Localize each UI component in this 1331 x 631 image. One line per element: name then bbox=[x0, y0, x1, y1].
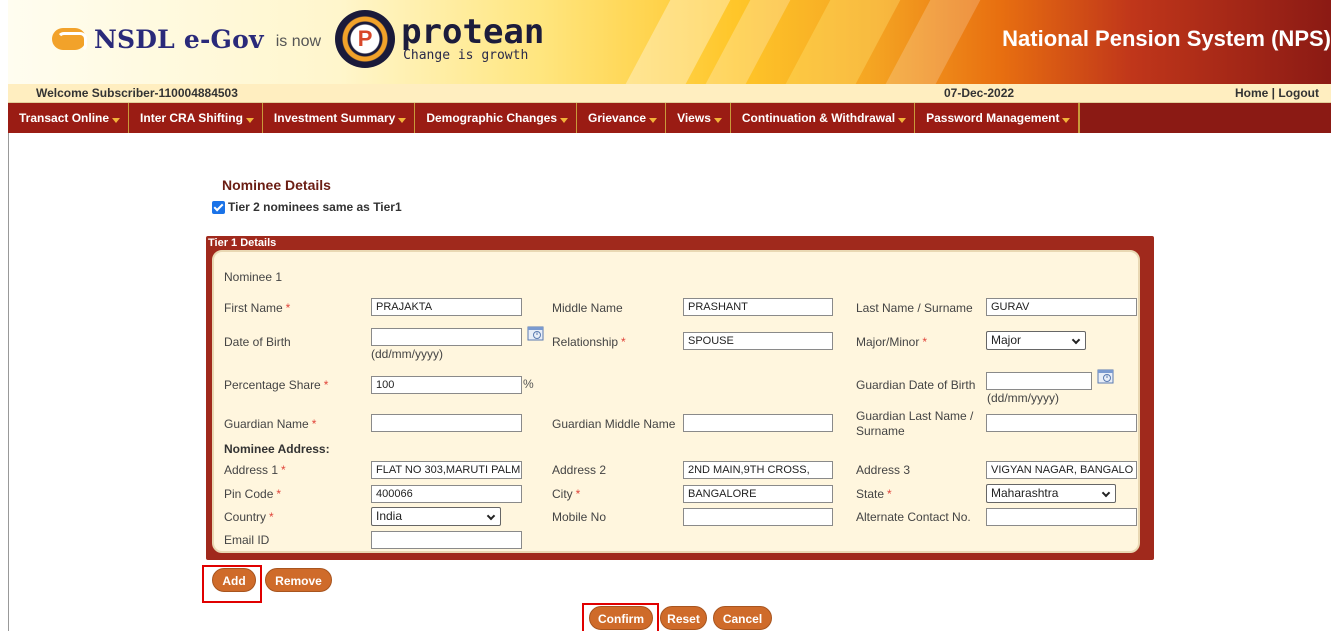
country-select[interactable]: India bbox=[371, 507, 501, 526]
last-name-input[interactable]: GURAV bbox=[986, 298, 1137, 316]
pin-code-label: Pin Code * bbox=[224, 487, 282, 501]
chevron-down-icon bbox=[1071, 335, 1081, 345]
page-title: Nominee Details bbox=[222, 177, 331, 193]
menu-inter-cra-shifting[interactable]: Inter CRA Shifting bbox=[129, 103, 263, 133]
menu-investment-summary[interactable]: Investment Summary bbox=[263, 103, 416, 133]
dropdown-caret-icon bbox=[112, 117, 121, 123]
tier2-same-label: Tier 2 nominees same as Tier1 bbox=[228, 200, 402, 214]
guardian-name-input[interactable] bbox=[371, 414, 522, 432]
dob-format-hint: (dd/mm/yyyy) bbox=[371, 347, 443, 361]
protean-name: protean bbox=[401, 11, 545, 52]
email-label: Email ID bbox=[224, 533, 270, 547]
dropdown-caret-icon bbox=[649, 117, 658, 123]
city-input[interactable]: BANGALORE bbox=[683, 485, 833, 503]
guardian-dob-input[interactable] bbox=[986, 372, 1092, 390]
logo-area: NSDL e-Gov is now P protean Change is gr… bbox=[52, 10, 544, 68]
relationship-label: Relationship * bbox=[552, 335, 626, 349]
pin-code-input[interactable]: 400066 bbox=[371, 485, 522, 503]
system-title: National Pension System (NPS) bbox=[1002, 26, 1331, 51]
current-date: 07-Dec-2022 bbox=[944, 86, 1015, 100]
cancel-button[interactable]: Cancel bbox=[713, 606, 772, 630]
guardian-middle-name-label: Guardian Middle Name bbox=[552, 417, 676, 431]
menu-password-management[interactable]: Password Management bbox=[915, 103, 1080, 133]
protean-logo-icon: P bbox=[335, 10, 396, 68]
major-minor-label: Major/Minor * bbox=[856, 335, 928, 349]
header-banner: NSDL e-Gov is now P protean Change is gr… bbox=[8, 0, 1331, 84]
percentage-share-label: Percentage Share * bbox=[224, 378, 329, 392]
dropdown-caret-icon bbox=[713, 117, 722, 123]
menu-transact-online[interactable]: Transact Online bbox=[8, 103, 130, 133]
dob-input[interactable] bbox=[371, 328, 522, 346]
email-input[interactable] bbox=[371, 531, 522, 549]
tier2-same-checkbox[interactable]: Tier 2 nominees same as Tier1 bbox=[212, 200, 402, 214]
welcome-user: Welcome Subscriber-110004884503 bbox=[36, 86, 238, 100]
address2-label: Address 2 bbox=[552, 463, 607, 477]
menu-continuation-withdrawal[interactable]: Continuation & Withdrawal bbox=[731, 103, 916, 133]
calendar-icon[interactable] bbox=[527, 324, 545, 341]
guardian-last-name-label-line2: Surname bbox=[856, 424, 905, 438]
relationship-input[interactable]: SPOUSE bbox=[683, 332, 833, 350]
confirm-button-highlight bbox=[582, 603, 659, 631]
chevron-down-icon bbox=[1101, 488, 1111, 498]
guardian-last-name-input[interactable] bbox=[986, 414, 1137, 432]
mobile-label: Mobile No bbox=[552, 510, 607, 524]
dropdown-caret-icon bbox=[245, 117, 254, 123]
main-menu: Transact Online Inter CRA Shifting Inves… bbox=[8, 103, 1331, 133]
alt-contact-label: Alternate Contact No. bbox=[856, 510, 971, 524]
dropdown-caret-icon bbox=[1062, 117, 1071, 123]
is-now-text: is now bbox=[275, 33, 322, 50]
dropdown-caret-icon bbox=[560, 117, 569, 123]
guardian-last-name-label-line1: Guardian Last Name / bbox=[856, 409, 974, 423]
home-logout-links[interactable]: Home | Logout bbox=[1235, 86, 1319, 100]
country-label: Country * bbox=[224, 510, 274, 524]
chevron-down-icon bbox=[486, 511, 496, 521]
add-button-highlight bbox=[202, 565, 262, 603]
guardian-dob-label: Guardian Date of Birth bbox=[856, 378, 976, 392]
address3-input[interactable]: VIGYAN NAGAR, BANGALO bbox=[986, 461, 1137, 479]
nominee-address-heading: Nominee Address: bbox=[224, 442, 330, 456]
middle-name-label: Middle Name bbox=[552, 301, 623, 315]
address3-label: Address 3 bbox=[856, 463, 911, 477]
panel-header: Tier 1 Details bbox=[208, 237, 277, 249]
first-name-input[interactable]: PRAJAKTA bbox=[371, 298, 522, 316]
guardian-dob-format-hint: (dd/mm/yyyy) bbox=[987, 391, 1059, 405]
brand-name: NSDL e-Gov bbox=[94, 24, 264, 54]
city-label: City * bbox=[552, 487, 581, 501]
calendar-icon[interactable] bbox=[1097, 367, 1115, 384]
state-select[interactable]: Maharashtra bbox=[986, 484, 1116, 503]
nominee-heading: Nominee 1 bbox=[224, 270, 283, 284]
menu-grievance[interactable]: Grievance bbox=[577, 103, 667, 133]
welcome-bar: Welcome Subscriber-110004884503 07-Dec-2… bbox=[8, 84, 1331, 103]
protean-tagline: Change is growth bbox=[403, 47, 529, 63]
address1-label: Address 1 * bbox=[224, 463, 286, 477]
percentage-share-input[interactable]: 100 bbox=[371, 376, 522, 394]
dob-label: Date of Birth bbox=[224, 335, 291, 349]
guardian-name-label: Guardian Name * bbox=[224, 417, 317, 431]
mobile-input[interactable] bbox=[683, 508, 833, 526]
menu-views[interactable]: Views bbox=[666, 103, 731, 133]
address2-input[interactable]: 2ND MAIN,9TH CROSS, bbox=[683, 461, 833, 479]
major-minor-select[interactable]: Major bbox=[986, 331, 1086, 350]
last-name-label: Last Name / Surname bbox=[856, 301, 973, 315]
state-label: State * bbox=[856, 487, 892, 501]
address1-input[interactable]: FLAT NO 303,MARUTI PALM bbox=[371, 461, 522, 479]
first-name-label: First Name * bbox=[224, 301, 291, 315]
checkbox-checked-icon[interactable] bbox=[212, 200, 225, 214]
alt-contact-input[interactable] bbox=[986, 508, 1137, 526]
menu-demographic-changes[interactable]: Demographic Changes bbox=[415, 103, 578, 133]
middle-name-input[interactable]: PRASHANT bbox=[683, 298, 833, 316]
guardian-middle-name-input[interactable] bbox=[683, 414, 833, 432]
remove-button[interactable]: Remove bbox=[265, 568, 332, 592]
nsdl-logo-icon bbox=[52, 28, 87, 52]
page-left-border bbox=[8, 133, 9, 631]
dropdown-caret-icon bbox=[398, 117, 407, 123]
reset-button[interactable]: Reset bbox=[660, 606, 707, 630]
dropdown-caret-icon bbox=[898, 117, 907, 123]
percent-sign: % bbox=[523, 377, 534, 391]
